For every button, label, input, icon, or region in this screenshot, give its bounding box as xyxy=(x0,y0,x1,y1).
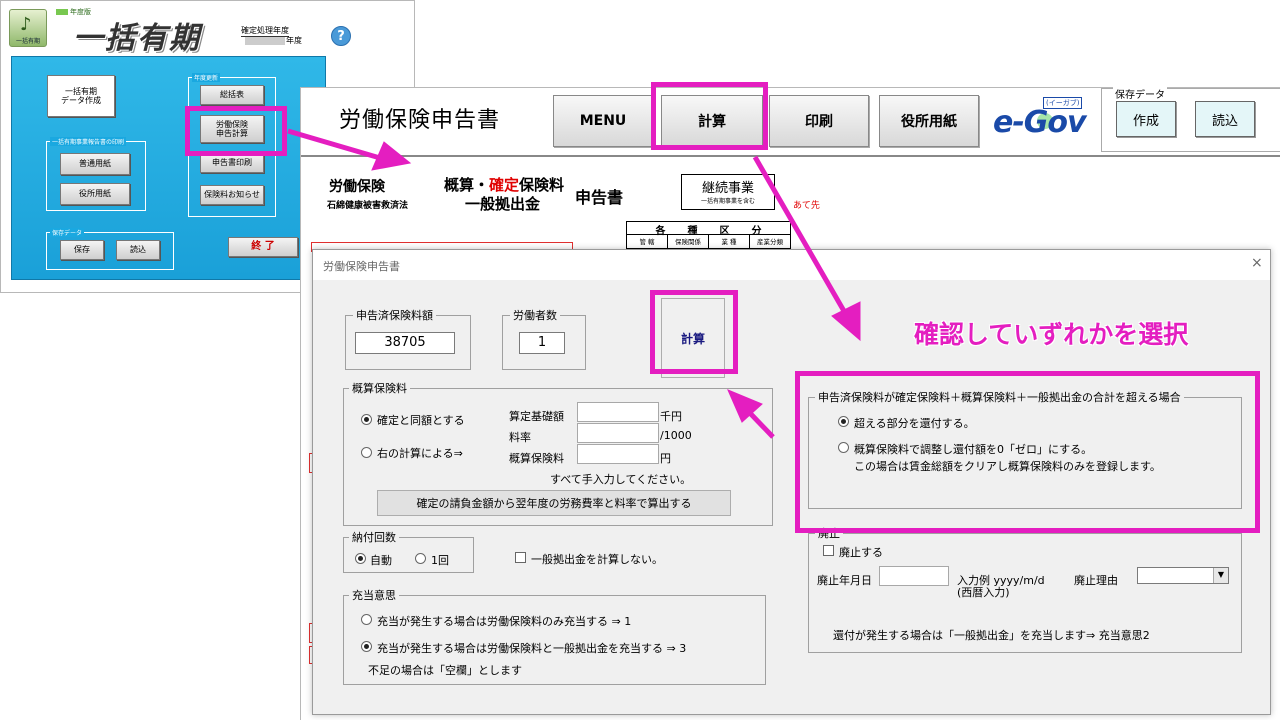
dialog-titlebar xyxy=(313,250,1270,280)
save-data-group-main-label: 保存データ xyxy=(50,228,85,237)
fiscal-year-label: 確定処理年度 xyxy=(241,26,289,37)
abolition-checkbox[interactable] xyxy=(823,545,834,556)
declared-premium-label: 申告済保険料額 xyxy=(353,307,436,323)
category-col: 保険関係 xyxy=(668,235,709,249)
egov-reading: (イーガブ) xyxy=(1043,97,1083,109)
chevron-down-icon[interactable]: ▼ xyxy=(1213,568,1228,583)
leaf-icon: ♪ xyxy=(20,14,32,35)
addressee-label: あて先 xyxy=(793,201,820,211)
update-group-label: 年度更新 xyxy=(192,73,221,82)
category-table-header: 各種区分 xyxy=(627,222,790,237)
dialog-title: 労働保険申告書 xyxy=(323,260,400,273)
declared-premium-input[interactable]: 38705 xyxy=(355,332,455,354)
estimated-premium-label: 概算保険料 xyxy=(349,380,410,396)
refund-appropriation-note: 還付が発生する場合は「一般拠出金」を充当します⇒ 充当意思2 xyxy=(833,629,1150,642)
base-amount-input[interactable] xyxy=(577,402,659,422)
installments-auto-label: 自動 xyxy=(370,554,392,567)
fiscal-year-unit: 年度 xyxy=(286,36,302,45)
no-general-contribution-checkbox[interactable] xyxy=(515,552,526,563)
same-as-confirmed-radio[interactable] xyxy=(361,414,372,425)
office-paper-toolbar-button[interactable]: 役所用紙 xyxy=(879,95,979,147)
egov-logo-text: e-Gov xyxy=(993,105,1087,140)
load-button[interactable]: 読込 xyxy=(1195,101,1255,137)
confirmed-red-text: 確定 xyxy=(489,176,520,194)
instruction-annotation: 確認していずれかを選択 xyxy=(914,320,1189,349)
manual-entry-note: すべて手入力してください。 xyxy=(550,473,692,486)
abolition-date-label: 廃止年月日 xyxy=(817,574,872,587)
appropriation-label: 充当意思 xyxy=(349,587,399,603)
appropriation-option3-radio[interactable] xyxy=(361,641,372,652)
summary-button[interactable]: 総括表 xyxy=(200,85,264,105)
same-as-confirmed-label: 確定と同額とする xyxy=(377,414,465,427)
help-icon[interactable]: ? xyxy=(331,26,351,46)
by-calculation-radio[interactable] xyxy=(361,447,372,458)
close-icon[interactable]: × xyxy=(1251,255,1263,271)
sheet-title: 労働保険申告書 xyxy=(339,108,501,133)
continuing-business-sub: 一括有期事業を含む xyxy=(700,198,755,205)
form-heading-asbestos: 石綿健康被害救済法 xyxy=(327,201,409,211)
highlight-calc-dialog xyxy=(650,290,738,374)
appropriation-option3-label: 充当が発生する場合は労働保険料と一般拠出金を充当する ⇒ 3 xyxy=(377,642,687,655)
abolition-reason-select[interactable]: ▼ xyxy=(1137,567,1229,584)
continuing-business-box: 継続事業 一括有期事業を含む xyxy=(681,174,775,210)
end-button[interactable]: 終 了 xyxy=(228,237,298,257)
office-paper-button[interactable]: 役所用紙 xyxy=(60,183,130,205)
sheet-divider xyxy=(301,155,1280,157)
base-amount-label: 算定基礎額 xyxy=(509,410,564,423)
category-col: 業 種 xyxy=(709,235,750,249)
installments-once-radio[interactable] xyxy=(415,553,426,564)
rate-label: 料率 xyxy=(509,431,531,444)
appropriation-note: 不足の場合は「空欄」とします xyxy=(368,664,522,677)
category-table: 各種区分 管 轄 保険関係 業 種 産業分類 xyxy=(626,221,791,249)
no-general-contribution-label: 一般拠出金を計算しない。 xyxy=(531,553,663,566)
by-calculation-label: 右の計算による⇒ xyxy=(377,447,463,460)
menu-panel: 一括有期 データ作成 一括有期事業報告書の印刷 普通用紙 役所用紙 保存データ … xyxy=(11,56,326,280)
rate-input[interactable] xyxy=(577,423,659,443)
estimated-premium-input[interactable] xyxy=(577,444,659,464)
calc-from-contract-button[interactable]: 確定の請負金額から翌年度の労務費率と料率で算出する xyxy=(377,490,731,516)
data-create-button[interactable]: 一括有期 データ作成 xyxy=(47,75,115,117)
report-print-button[interactable]: 申告書印刷 xyxy=(200,153,264,173)
workers-input[interactable]: 1 xyxy=(519,332,565,354)
continuing-business-title: 継続事業 xyxy=(701,181,754,196)
installments-label: 納付回数 xyxy=(349,529,399,545)
highlight-excess-options xyxy=(795,371,1260,533)
form-heading-contribution: 一般拠出金 xyxy=(465,195,541,213)
save-data-label: 保存データ xyxy=(1113,86,1167,101)
rate-unit: /1000 xyxy=(660,429,692,442)
estimated-premium-unit: 円 xyxy=(660,452,671,465)
fiscal-year-value xyxy=(245,37,285,45)
logo-caption: 一括有期 xyxy=(15,38,40,45)
main-load-button[interactable]: 読込 xyxy=(116,240,160,260)
abolition-checkbox-label: 廃止する xyxy=(839,546,883,559)
base-amount-unit: 千円 xyxy=(660,410,682,423)
abolition-date-input[interactable] xyxy=(879,566,949,586)
form-heading-report: 申告書 xyxy=(575,188,624,207)
form-heading-premium: 概算・確定保険料 xyxy=(444,176,565,194)
installments-auto-radio[interactable] xyxy=(355,553,366,564)
standard-paper-button[interactable]: 普通用紙 xyxy=(60,153,130,175)
category-col: 管 轄 xyxy=(627,235,668,249)
form-heading-labor: 労働保険 xyxy=(329,179,385,195)
appropriation-option1-radio[interactable] xyxy=(361,614,372,625)
egov-logo[interactable]: e-Gov (イーガブ) xyxy=(991,97,1087,145)
highlight-calc-menu xyxy=(185,106,287,156)
workers-label: 労働者数 xyxy=(510,307,560,323)
main-save-button[interactable]: 保存 xyxy=(60,240,104,260)
create-button[interactable]: 作成 xyxy=(1116,101,1176,137)
appropriation-option1-label: 充当が発生する場合は労働保険料のみ充当する ⇒ 1 xyxy=(377,615,632,628)
abolition-date-example-sub: (西暦入力) xyxy=(957,586,1010,599)
print-button[interactable]: 印刷 xyxy=(769,95,869,147)
app-title: 一括有期 xyxy=(73,21,201,56)
print-group-label: 一括有期事業報告書の印刷 xyxy=(50,137,127,146)
highlight-calc-toolbar xyxy=(651,82,768,150)
notice-button[interactable]: 保険料お知らせ xyxy=(200,185,264,205)
menu-button[interactable]: MENU xyxy=(553,95,653,147)
abolition-reason-label: 廃止理由 xyxy=(1074,574,1118,587)
app-logo: ♪ 一括有期 xyxy=(9,9,47,47)
estimated-premium-field-label: 概算保険料 xyxy=(509,452,564,465)
category-col: 産業分類 xyxy=(757,238,783,246)
installments-once-label: 1回 xyxy=(431,554,449,567)
